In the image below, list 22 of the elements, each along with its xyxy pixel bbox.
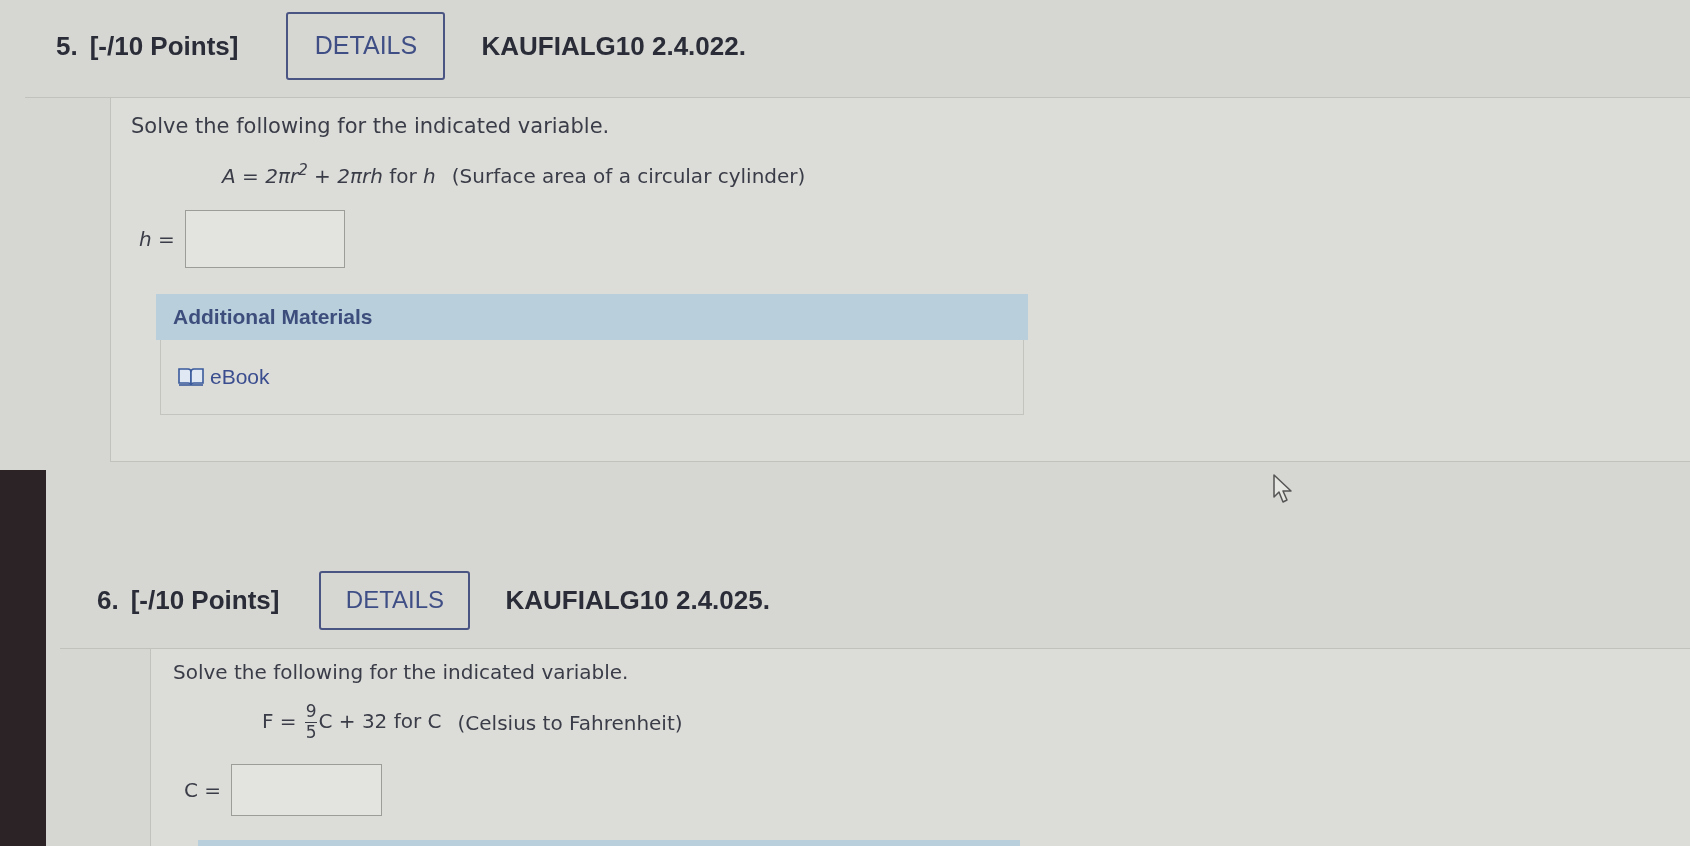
question-code: KAUFIALG10 2.4.022.: [481, 29, 746, 63]
answer-label: h =: [139, 225, 175, 253]
mouse-cursor-icon: [1273, 474, 1293, 504]
equation: A = 2πr$^{2}$ + 2πrh for h: [222, 160, 436, 190]
materials-title: Additional Materials: [173, 303, 373, 330]
question-prompt: Solve the following for the indicated variable.: [173, 658, 629, 686]
question-points: [-/10 Points]: [89, 29, 239, 63]
book-icon: [178, 366, 204, 387]
question-points: [-/10 Points]: [130, 583, 280, 617]
equation-note: (Surface area of a circular cylinder): [451, 162, 806, 190]
question-number: 6.: [97, 583, 119, 617]
ebook-link[interactable]: eBook: [178, 360, 270, 393]
details-button[interactable]: DETAILS: [319, 570, 471, 630]
ebook-link-text[interactable]: eBook: [210, 360, 270, 393]
answer-field[interactable]: [184, 209, 345, 268]
answer-label: C =: [184, 776, 222, 804]
answer-field[interactable]: [231, 763, 383, 816]
details-button[interactable]: DETAILS: [286, 12, 446, 80]
question-number: 5.: [56, 29, 78, 63]
question-prompt: Solve the following for the indicated variable.: [131, 113, 610, 140]
question-code: KAUFIALG10 2.4.025.: [505, 583, 770, 617]
equation-note: (Celsius to Fahrenheit): [457, 709, 683, 737]
